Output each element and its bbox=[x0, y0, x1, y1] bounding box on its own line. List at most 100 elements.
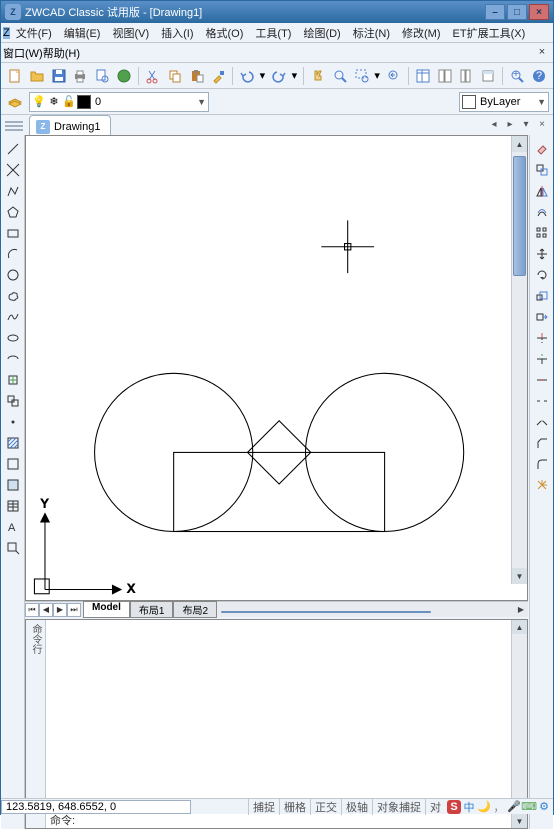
command-history[interactable] bbox=[46, 620, 511, 810]
cut-button[interactable] bbox=[143, 66, 163, 86]
maximize-button[interactable]: □ bbox=[507, 4, 527, 20]
zoom-previous-button[interactable] bbox=[384, 66, 404, 86]
rectangle-tool[interactable] bbox=[3, 223, 23, 243]
scale-tool[interactable] bbox=[532, 286, 552, 306]
toolbar-grip[interactable] bbox=[5, 117, 23, 135]
menu-modify[interactable]: 修改(M) bbox=[396, 23, 447, 43]
xline-tool[interactable] bbox=[3, 160, 23, 180]
sheet-tab-layout2[interactable]: 布局2 bbox=[173, 601, 217, 618]
region-tool[interactable] bbox=[3, 475, 23, 495]
menu-file[interactable]: 文件(F) bbox=[10, 23, 58, 43]
status-ortho[interactable]: 正交 bbox=[310, 799, 341, 815]
rotate-tool[interactable] bbox=[532, 265, 552, 285]
menu-tools[interactable]: 工具(T) bbox=[249, 23, 297, 43]
minimize-button[interactable]: – bbox=[485, 4, 505, 20]
vscroll-thumb[interactable] bbox=[513, 156, 526, 276]
tray-keyboard-icon[interactable]: ⌨ bbox=[522, 800, 536, 814]
menu-edit[interactable]: 编辑(E) bbox=[58, 23, 107, 43]
tray-moon-icon[interactable]: 🌙 bbox=[477, 800, 491, 814]
app-menu-icon[interactable]: Z bbox=[3, 27, 10, 39]
color-combo[interactable]: ByLayer ▼ bbox=[459, 92, 549, 112]
doc-nav-close[interactable]: × bbox=[535, 117, 549, 131]
help-button[interactable]: ? bbox=[529, 66, 549, 86]
fillet-tool[interactable] bbox=[532, 454, 552, 474]
tray-mic-icon[interactable]: 🎤 bbox=[507, 800, 521, 814]
doc-tab-drawing1[interactable]: Z Drawing1 bbox=[29, 115, 111, 135]
canvas-vscrollbar[interactable]: ▲ ▼ bbox=[511, 136, 527, 584]
copy-button[interactable] bbox=[165, 66, 185, 86]
arc-tool[interactable] bbox=[3, 244, 23, 264]
menu-view[interactable]: 视图(V) bbox=[106, 23, 155, 43]
command-panel-grip[interactable]: 命令行 bbox=[26, 620, 46, 828]
circle-tool[interactable] bbox=[3, 265, 23, 285]
tray-comma-icon[interactable]: ， bbox=[492, 800, 506, 814]
new-button[interactable] bbox=[5, 66, 25, 86]
trim-tool[interactable] bbox=[532, 328, 552, 348]
stretch-tool[interactable] bbox=[532, 307, 552, 327]
doc-nav-prev[interactable]: ◂ bbox=[487, 117, 501, 131]
line-tool[interactable] bbox=[3, 139, 23, 159]
status-snap[interactable]: 捕捉 bbox=[248, 799, 279, 815]
polygon-tool[interactable] bbox=[3, 202, 23, 222]
make-block-tool[interactable] bbox=[3, 391, 23, 411]
sheet-nav-next[interactable]: ▶ bbox=[53, 603, 67, 617]
drawing-canvas[interactable]: X Y ▲ ▼ bbox=[25, 135, 528, 601]
layer-props-button[interactable] bbox=[5, 92, 25, 112]
polyline-tool[interactable] bbox=[3, 181, 23, 201]
pan-button[interactable] bbox=[308, 66, 328, 86]
design-center-button[interactable] bbox=[435, 66, 455, 86]
cmd-scroll-up[interactable]: ▲ bbox=[512, 620, 527, 634]
sheet-tab-model[interactable]: Model bbox=[83, 601, 130, 618]
hatch-tool[interactable] bbox=[3, 433, 23, 453]
sheet-nav-prev[interactable]: ◀ bbox=[39, 603, 53, 617]
offset-tool[interactable] bbox=[532, 202, 552, 222]
open-button[interactable] bbox=[27, 66, 47, 86]
ellipse-arc-tool[interactable] bbox=[3, 349, 23, 369]
table-tool[interactable] bbox=[3, 496, 23, 516]
save-button[interactable] bbox=[49, 66, 69, 86]
sheet-set-button[interactable] bbox=[478, 66, 498, 86]
layer-combo[interactable]: 💡 ❄ 🔓 0 ▼ bbox=[29, 92, 209, 112]
ellipse-tool[interactable] bbox=[3, 328, 23, 348]
menu-window[interactable]: 窗口(W) bbox=[3, 45, 43, 61]
menu-draw[interactable]: 绘图(D) bbox=[297, 23, 346, 43]
doc-nav-menu[interactable]: ▾ bbox=[519, 117, 533, 131]
undo-dropdown[interactable]: ▾ bbox=[257, 66, 267, 86]
redo-button[interactable] bbox=[269, 66, 289, 86]
break-point-tool[interactable] bbox=[532, 370, 552, 390]
properties-button[interactable] bbox=[413, 66, 433, 86]
match-props-button[interactable] bbox=[209, 66, 229, 86]
tray-lang-icon[interactable]: 中 bbox=[462, 800, 476, 814]
gradient-tool[interactable] bbox=[3, 454, 23, 474]
status-otrack[interactable]: 对 bbox=[425, 799, 445, 815]
redo-dropdown[interactable]: ▾ bbox=[289, 66, 299, 86]
spline-tool[interactable] bbox=[3, 307, 23, 327]
menu-dimension[interactable]: 标注(N) bbox=[347, 23, 396, 43]
sheet-tab-layout1[interactable]: 布局1 bbox=[130, 601, 174, 618]
publish-button[interactable] bbox=[114, 66, 134, 86]
sheet-nav-first[interactable]: ⏮ bbox=[25, 603, 39, 617]
menu-et[interactable]: ET扩展工具(X) bbox=[447, 23, 532, 43]
revcloud-tool[interactable] bbox=[3, 286, 23, 306]
status-osnap[interactable]: 对象捕捉 bbox=[372, 799, 425, 815]
insert-block-tool[interactable] bbox=[3, 370, 23, 390]
zoom-dropdown[interactable]: ▾ bbox=[372, 66, 382, 86]
tool-palettes-button[interactable] bbox=[457, 66, 477, 86]
copy-tool[interactable] bbox=[532, 160, 552, 180]
addselected-tool[interactable] bbox=[3, 538, 23, 558]
print-button[interactable] bbox=[71, 66, 91, 86]
undo-button[interactable] bbox=[237, 66, 257, 86]
menu-help[interactable]: 帮助(H) bbox=[43, 45, 80, 61]
menu-insert[interactable]: 插入(I) bbox=[155, 23, 199, 43]
join-tool[interactable] bbox=[532, 412, 552, 432]
erase-tool[interactable] bbox=[532, 139, 552, 159]
array-tool[interactable] bbox=[532, 223, 552, 243]
tray-settings-icon[interactable]: ⚙ bbox=[537, 800, 551, 814]
status-polar[interactable]: 极轴 bbox=[341, 799, 372, 815]
menu-format[interactable]: 格式(O) bbox=[200, 23, 250, 43]
mirror-tool[interactable] bbox=[532, 181, 552, 201]
move-tool[interactable] bbox=[532, 244, 552, 264]
zoom-realtime-button[interactable] bbox=[330, 66, 350, 86]
point-tool[interactable] bbox=[3, 412, 23, 432]
print-preview-button[interactable] bbox=[92, 66, 112, 86]
